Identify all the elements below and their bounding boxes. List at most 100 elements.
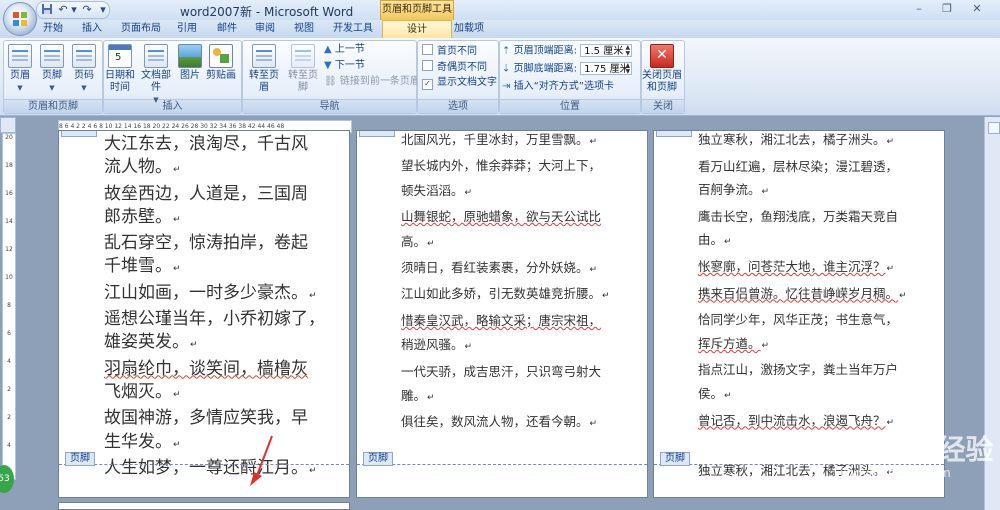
watermark-logo: Baidu 经验 — [838, 433, 994, 466]
tab-developer[interactable]: 开发工具 — [333, 22, 373, 36]
group-label: 选项 — [418, 99, 498, 113]
tab-references[interactable]: 引用 — [177, 22, 197, 36]
close-header-footer-button[interactable]: ✕ 关闭页眉和页脚 — [641, 44, 683, 94]
tab-review[interactable]: 审阅 — [255, 22, 275, 36]
show-document-text-option[interactable]: ✓ 显示文档文字 — [422, 76, 497, 90]
maximize-button[interactable]: ❐ — [936, 2, 958, 16]
down-arrow-icon: ▼ — [324, 60, 332, 71]
clip-art-label: 剪贴画 — [206, 70, 236, 81]
insert-alignment-tab-label: 插入“对齐方式”选项卡 — [513, 81, 614, 92]
vertical-ruler[interactable]: 20 18 16 14 12 10 8 6 4 2 2 4 — [2, 133, 16, 480]
checkbox-unchecked-icon[interactable] — [422, 44, 433, 55]
paragraph-mark-icon: ↵ — [173, 165, 181, 176]
text-line-content: 由。 — [698, 232, 724, 248]
paragraph-mark-icon: ↵ — [173, 389, 181, 400]
previous-section-button[interactable]: ▲ 上一节 — [324, 43, 365, 57]
text-line: 人生如梦，一尊还酹江月。↵ — [104, 457, 325, 483]
header-button[interactable]: 页眉 ▼ — [6, 44, 34, 94]
header-top-input[interactable]: 1.5 厘米 ▲ ▼ — [580, 44, 633, 57]
dropdown-arrow-icon: ▼ — [17, 84, 23, 92]
checkbox-checked-icon[interactable]: ✓ — [422, 79, 433, 90]
spinner-arrows-icon[interactable]: ▲ ▼ — [626, 63, 631, 75]
title-bar — [0, 0, 1000, 20]
page-2-text: 北国风光，千里冰封，万里雪飘。↵ 望长城内外，惟余莽莽；大河上下， 顿失滔滔。↵ 山舞… — [401, 131, 610, 437]
different-first-page-option[interactable]: 首页不同 — [422, 44, 477, 58]
page-1[interactable]: 大江东去，浪淘尽，千古风 流人物。↵ 故垒西边，人道是，三国周 郎赤壁。↵ 乱石穿空，惊… — [58, 130, 350, 498]
spinner-arrows-icon[interactable]: ▲ ▼ — [626, 45, 631, 57]
customize-icon[interactable]: ▾ — [96, 3, 110, 17]
quick-parts-button[interactable]: 文档部件 ▼ — [137, 44, 175, 106]
link-icon: ⛓ — [324, 76, 337, 87]
goto-footer-icon — [291, 44, 315, 68]
text-line-content: 大江东去，浪淘尽，千古风 — [104, 134, 308, 154]
text-line-content: 生华发。 — [104, 431, 172, 452]
tab-home[interactable]: 开始 — [43, 22, 63, 36]
tab-insert[interactable]: 插入 — [82, 22, 102, 36]
scroll-thumb[interactable] — [988, 122, 1000, 134]
ruler-tick: 2 — [7, 386, 11, 393]
different-odd-even-option[interactable]: 奇偶页不同 — [422, 60, 487, 74]
text-line-content: 飞烟灭。 — [104, 381, 172, 402]
link-to-previous-button[interactable]: ⛓ 链接到前一条页眉 — [324, 75, 420, 89]
tab-addins[interactable]: 加载项 — [454, 22, 484, 36]
footer-bottom-icon: ⇣ — [502, 63, 511, 75]
text-line-content: 郎赤壁。 — [104, 206, 172, 227]
text-line: 羽扇纶巾，谈笑间，樯橹灰 — [104, 358, 325, 381]
text-line: 北国风光，千里冰封，万里雪飘。↵ — [401, 131, 610, 154]
ruler-tick: 2 — [7, 414, 11, 421]
checkbox-unchecked-icon[interactable] — [422, 60, 433, 71]
tab-page-layout[interactable]: 页面布局 — [121, 22, 161, 36]
text-line: 须晴日，看红装素裹，分外妖娆。↵ — [401, 256, 610, 282]
text-line: 指点江山，激扬文字，粪土当年万户 — [698, 358, 907, 382]
insert-alignment-tab-button[interactable]: ⇥ 插入“对齐方式”选项卡 — [502, 80, 614, 94]
paragraph-mark-icon: ↵ — [309, 465, 317, 476]
goto-header-button[interactable]: 转至页眉 — [245, 44, 283, 94]
goto-header-icon — [252, 44, 276, 68]
close-icon: ✕ — [650, 44, 674, 68]
text-line: 独立寒秋，湘江北去，橘子洲头。↵ — [698, 131, 907, 155]
footer-button[interactable]: 页脚 ▼ — [38, 44, 66, 94]
ruler-toggle-button[interactable] — [0, 117, 16, 133]
different-first-page-label: 首页不同 — [437, 46, 477, 57]
tab-design[interactable]: 设计 — [382, 20, 452, 39]
text-line-content: 独立寒秋，湘江北去，橘子洲头。 — [698, 132, 886, 147]
save-icon[interactable] — [40, 3, 54, 17]
footer-tab[interactable]: 页脚 — [65, 452, 95, 466]
page-number-button[interactable]: 页码 ▼ — [70, 44, 98, 94]
previous-section-label: 上一节 — [334, 44, 365, 55]
text-line-content: 千堆雪。 — [104, 256, 172, 277]
text-line-content: 山舞银蛇，原驰蜡象，欲与天公试比 — [401, 209, 602, 225]
goto-footer-button[interactable]: 转至页脚 — [284, 44, 322, 94]
picture-button[interactable]: 图片 — [178, 44, 202, 82]
header-tab — [61, 131, 97, 137]
tab-mailings[interactable]: 邮件 — [217, 22, 237, 36]
paragraph-mark-icon: ↵ — [724, 390, 732, 401]
text-line-content: 高。 — [401, 233, 427, 249]
redo-icon[interactable]: ↷ — [80, 3, 94, 17]
close-button[interactable]: ✕ — [966, 2, 988, 16]
text-line-content: 指点江山，激扬文字，粪土当年万户 — [698, 362, 899, 378]
undo-dropdown-icon[interactable]: ▾ — [70, 3, 78, 17]
paragraph-mark-icon: ↵ — [173, 214, 181, 225]
date-time-button[interactable]: 5 日期和时间 — [105, 44, 135, 94]
page-2[interactable]: 北国风光，千里冰封，万里雪飘。↵ 望长城内外，惟余莽莽；大河上下， 顿失滔滔。↵ 山舞… — [356, 130, 648, 498]
footer-bottom-input[interactable]: 1.75 厘米 ▲ ▼ — [580, 62, 633, 75]
text-line: 百舸争流。↵ — [698, 178, 907, 205]
text-line-content: 携来百侣曾游。忆往昔峥嵘岁月稠。 — [698, 285, 899, 301]
text-line: 故国神游，多情应笑我，早 — [104, 407, 325, 430]
clip-art-button[interactable]: 剪贴画 — [205, 44, 237, 82]
footer-tab[interactable]: 页脚 — [660, 452, 690, 466]
text-line: 顿失滔滔。↵ — [401, 179, 610, 205]
header-top-label: 页眉顶端距离: — [513, 45, 577, 57]
office-button[interactable] — [3, 2, 37, 36]
text-line: 惜秦皇汉武，略输文采；唐宗宋祖， — [401, 309, 610, 333]
page-1-text: 大江东去，浪淘尽，千古风 流人物。↵ 故垒西边，人道是，三国周 郎赤壁。↵ 乱石穿空，惊… — [104, 133, 325, 483]
minimize-button[interactable]: – — [908, 2, 930, 16]
footer-tab[interactable]: 页脚 — [363, 452, 393, 466]
link-to-previous-label: 链接到前一条页眉 — [339, 76, 420, 87]
undo-icon[interactable]: ↶ — [56, 3, 70, 17]
tab-view[interactable]: 视图 — [294, 22, 314, 36]
next-section-button[interactable]: ▼ 下一节 — [324, 59, 365, 73]
calendar-icon: 5 — [108, 44, 132, 68]
text-line: 看万山红遍，层林尽染；漫江碧透， — [698, 155, 907, 179]
